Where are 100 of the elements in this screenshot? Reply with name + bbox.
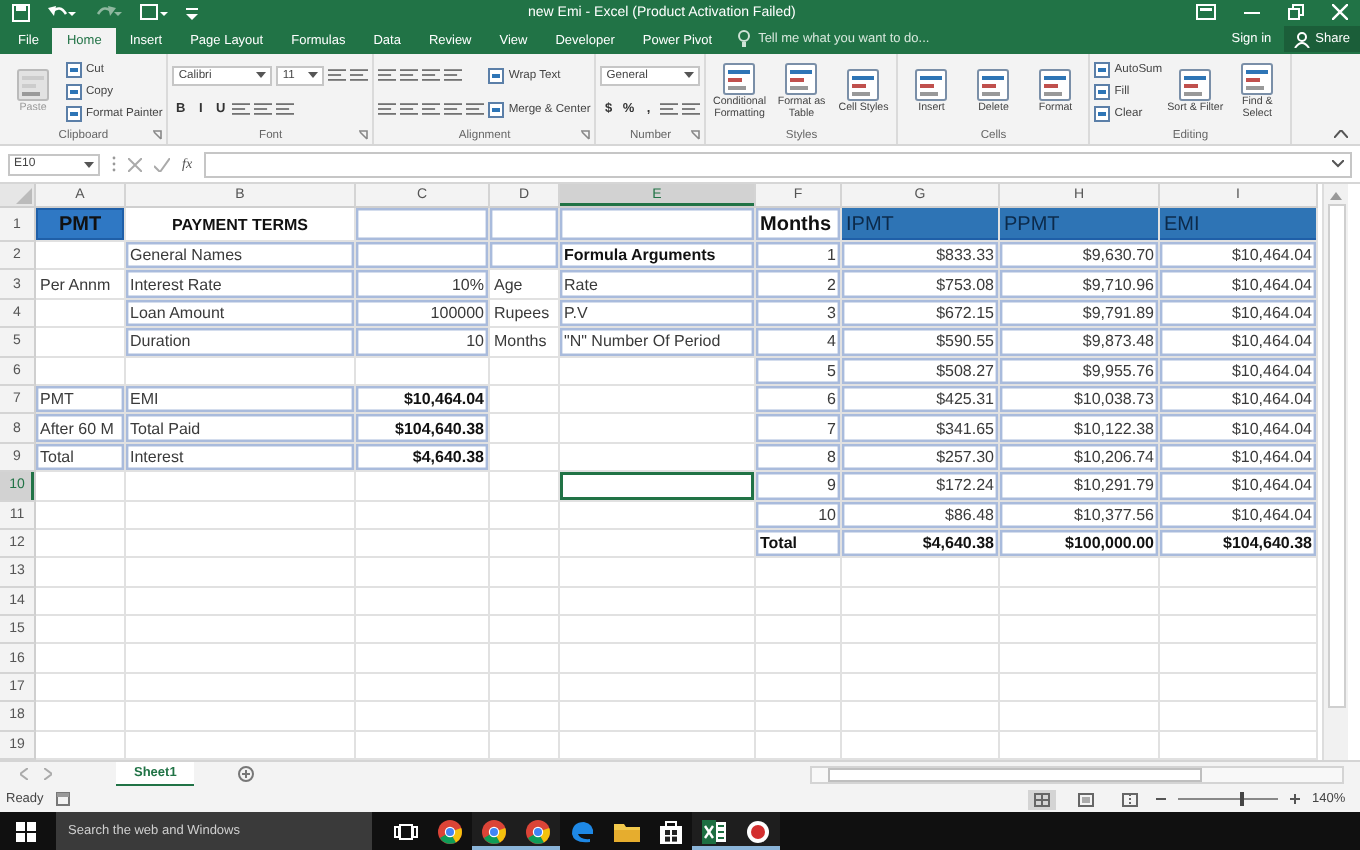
cell[interactable]: $4,640.38 [356, 443, 490, 473]
cell[interactable]: PAYMENT TERMS [126, 208, 356, 242]
dialog-launcher-icon[interactable] [152, 130, 163, 140]
cell[interactable] [490, 472, 560, 502]
cell[interactable] [126, 644, 356, 674]
cell[interactable] [36, 587, 126, 617]
cell[interactable] [126, 673, 356, 703]
cell[interactable]: Total [36, 443, 126, 473]
normal-view-icon[interactable] [1028, 789, 1056, 809]
cell[interactable] [36, 558, 126, 588]
cell[interactable] [126, 357, 356, 386]
dialog-launcher-icon[interactable] [580, 130, 591, 140]
cell[interactable] [356, 702, 490, 732]
horizontal-scrollbar[interactable] [810, 765, 1344, 783]
cell[interactable]: 5 [756, 357, 842, 386]
cell[interactable]: $590.55 [842, 328, 1000, 358]
cell[interactable] [126, 702, 356, 732]
cell[interactable] [1000, 616, 1160, 645]
cell[interactable]: $9,873.48 [1000, 328, 1160, 358]
customize-icon[interactable] [186, 3, 198, 21]
format-icon[interactable] [444, 100, 463, 118]
cell[interactable] [126, 587, 356, 617]
taskbar-app-button[interactable] [736, 812, 780, 850]
cell[interactable]: $833.33 [842, 242, 1000, 271]
cell[interactable] [36, 702, 126, 732]
cell[interactable]: Months [756, 208, 842, 242]
cell[interactable] [36, 529, 126, 559]
cell[interactable]: $9,710.96 [1000, 270, 1160, 300]
cell[interactable]: $9,955.76 [1000, 357, 1160, 386]
cell[interactable]: $10,464.04 [1160, 414, 1318, 444]
enter-icon[interactable] [154, 157, 170, 171]
format-icon[interactable] [350, 66, 369, 85]
cell[interactable]: Duration [126, 328, 356, 358]
format-icon[interactable] [378, 100, 397, 118]
format-icon[interactable] [400, 66, 419, 84]
cell[interactable]: Interest Rate [126, 270, 356, 300]
cancel-icon[interactable] [128, 157, 142, 171]
scroll-up-icon[interactable] [1330, 192, 1342, 200]
format-icon[interactable] [682, 100, 701, 119]
cell[interactable]: Months [490, 328, 560, 358]
cell[interactable] [842, 702, 1000, 732]
taskbar-app-button[interactable] [692, 812, 736, 850]
vertical-scrollbar[interactable] [1322, 184, 1348, 760]
cell[interactable]: $341.65 [842, 414, 1000, 444]
cell[interactable] [126, 501, 356, 530]
cell[interactable] [36, 472, 126, 502]
taskbar-app-button[interactable] [472, 812, 516, 850]
cell[interactable]: Rate [560, 270, 756, 300]
cell[interactable] [356, 644, 490, 674]
cell[interactable] [756, 644, 842, 674]
cell[interactable] [1160, 644, 1318, 674]
cell[interactable] [490, 587, 560, 617]
cell[interactable]: Rupees [490, 299, 560, 329]
cell[interactable] [1160, 558, 1318, 588]
zoom-in-icon[interactable] [1290, 794, 1300, 804]
cell[interactable]: $86.48 [842, 501, 1000, 530]
cell[interactable] [1000, 644, 1160, 674]
format-icon[interactable] [444, 66, 463, 84]
cell[interactable] [560, 501, 756, 530]
cell[interactable] [36, 357, 126, 386]
cell[interactable]: $10,464.04 [1160, 242, 1318, 271]
cell[interactable]: Per Annm [36, 270, 126, 300]
macro-record-icon[interactable] [55, 792, 70, 806]
cell[interactable]: $10,464.04 [1160, 501, 1318, 530]
cell[interactable] [1000, 558, 1160, 588]
format-icon[interactable] [232, 100, 251, 119]
cell[interactable] [490, 702, 560, 732]
cell[interactable] [1160, 616, 1318, 645]
cell[interactable]: $104,640.38 [356, 414, 490, 444]
cell[interactable] [490, 208, 560, 242]
cell[interactable]: 4 [756, 328, 842, 358]
cell[interactable] [560, 587, 756, 617]
cell[interactable] [560, 443, 756, 473]
cell[interactable]: $425.31 [842, 385, 1000, 415]
cell[interactable]: Total Paid [126, 414, 356, 444]
cell[interactable] [842, 673, 1000, 703]
cell[interactable]: $9,630.70 [1000, 242, 1160, 271]
cell[interactable] [756, 558, 842, 588]
cell[interactable] [126, 529, 356, 559]
cell[interactable] [560, 558, 756, 588]
cell[interactable]: $10,038.73 [1000, 385, 1160, 415]
dialog-launcher-icon[interactable] [690, 130, 701, 140]
cell[interactable]: $10,122.38 [1000, 414, 1160, 444]
windows-start-icon[interactable] [16, 821, 36, 841]
format-icon[interactable] [422, 100, 441, 118]
cell[interactable] [1000, 673, 1160, 703]
cell[interactable] [560, 357, 756, 386]
cell[interactable]: Total [756, 529, 842, 559]
save-icon[interactable] [12, 3, 30, 21]
cell[interactable]: $10,464.04 [1160, 328, 1318, 358]
cell[interactable] [356, 242, 490, 271]
cell[interactable] [756, 587, 842, 617]
cell[interactable]: 3 [756, 299, 842, 329]
cell[interactable]: 9 [756, 472, 842, 502]
select-all-button[interactable] [0, 184, 36, 208]
format-icon[interactable] [400, 100, 419, 118]
cell[interactable] [1160, 673, 1318, 703]
cell[interactable] [1160, 702, 1318, 732]
cell[interactable] [842, 558, 1000, 588]
cell[interactable] [356, 587, 490, 617]
